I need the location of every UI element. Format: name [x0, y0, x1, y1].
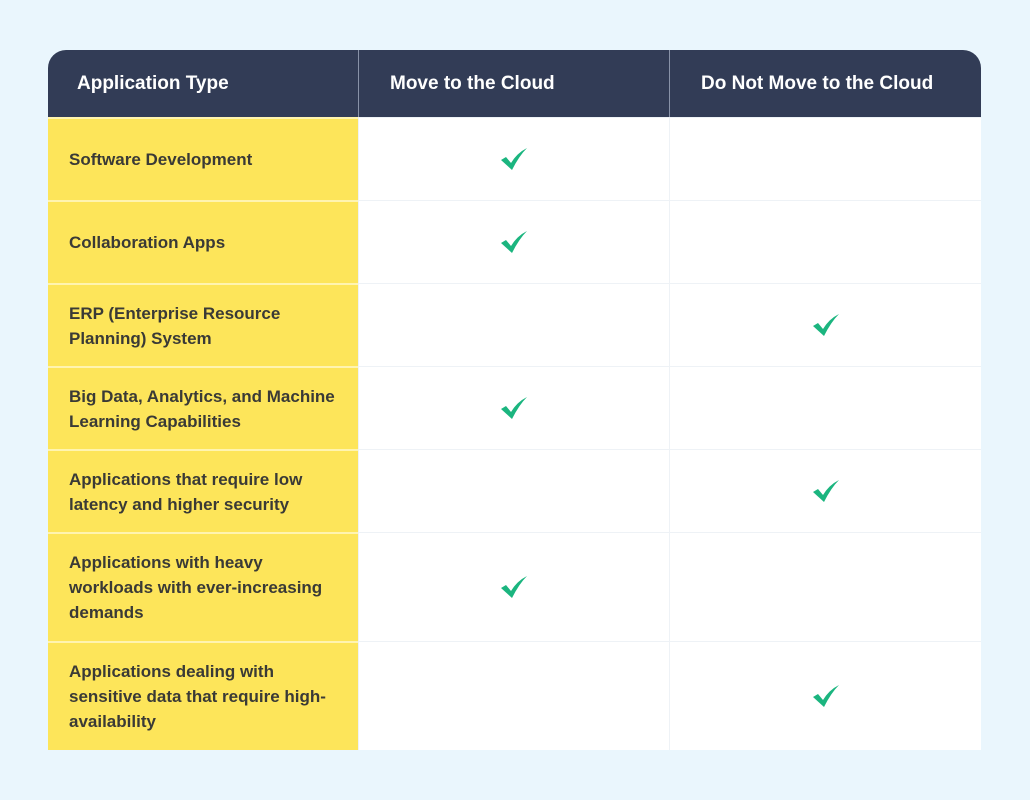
table-row: Software Development — [48, 117, 981, 200]
do-not-move-cell — [669, 283, 981, 366]
checkmark-icon — [501, 397, 527, 419]
table-header: Application Type Move to the Cloud Do No… — [48, 50, 981, 117]
application-type-label: Applications with heavy workloads with e… — [48, 532, 358, 641]
move-to-cloud-cell — [358, 117, 669, 200]
move-to-cloud-cell — [358, 283, 669, 366]
checkmark-icon — [812, 480, 839, 502]
application-type-label: Applications that require low latency an… — [48, 449, 358, 532]
do-not-move-cell — [669, 449, 981, 532]
move-to-cloud-cell — [358, 532, 669, 641]
do-not-move-cell — [669, 117, 981, 200]
move-to-cloud-cell — [358, 366, 669, 449]
do-not-move-cell — [669, 200, 981, 283]
header-do-not-move: Do Not Move to the Cloud — [669, 50, 981, 117]
checkmark-icon — [812, 685, 839, 707]
application-type-label: ERP (Enterprise Resource Planning) Syste… — [48, 283, 358, 366]
table-row: Collaboration Apps — [48, 200, 981, 283]
table-row: Applications that require low latency an… — [48, 449, 981, 532]
do-not-move-cell — [669, 532, 981, 641]
table-row: ERP (Enterprise Resource Planning) Syste… — [48, 283, 981, 366]
checkmark-icon — [812, 314, 839, 336]
move-to-cloud-cell — [358, 449, 669, 532]
header-move-to-cloud: Move to the Cloud — [358, 50, 669, 117]
move-to-cloud-cell — [358, 200, 669, 283]
do-not-move-cell — [669, 366, 981, 449]
cloud-migration-table: Application Type Move to the Cloud Do No… — [48, 50, 981, 750]
move-to-cloud-cell — [358, 641, 669, 750]
application-type-label: Big Data, Analytics, and Machine Learnin… — [48, 366, 358, 449]
table-row: Big Data, Analytics, and Machine Learnin… — [48, 366, 981, 449]
checkmark-icon — [501, 148, 527, 170]
checkmark-icon — [501, 576, 527, 598]
application-type-label: Collaboration Apps — [48, 200, 358, 283]
application-type-label: Software Development — [48, 117, 358, 200]
do-not-move-cell — [669, 641, 981, 750]
table-row: Applications with heavy workloads with e… — [48, 532, 981, 641]
table-body: Software Development Collaboration Apps ER… — [48, 117, 981, 750]
header-application-type: Application Type — [77, 72, 229, 94]
application-type-label: Applications dealing with sensitive data… — [48, 641, 358, 750]
table-row: Applications dealing with sensitive data… — [48, 641, 981, 750]
checkmark-icon — [501, 231, 527, 253]
